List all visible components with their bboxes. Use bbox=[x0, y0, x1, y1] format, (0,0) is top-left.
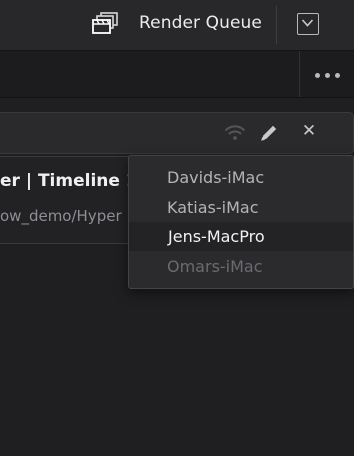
pencil-icon[interactable] bbox=[258, 122, 280, 144]
dot bbox=[315, 73, 320, 78]
dropdown-item-omars-imac: Omars-iMac bbox=[167, 257, 263, 276]
dropdown-item-katias-imac[interactable]: Katias-iMac bbox=[129, 193, 353, 222]
header-divider bbox=[276, 6, 277, 44]
panel-header: Render Queue bbox=[0, 0, 354, 51]
dropdown-item-davids-imac[interactable]: Davids-iMac bbox=[129, 163, 353, 192]
remote-machine-dropdown[interactable]: Davids-iMac Katias-iMac Jens-MacPro Omar… bbox=[128, 155, 354, 289]
render-queue-panel: Render Queue ✕ er | Timeline 1 ow_demo/H… bbox=[0, 0, 354, 456]
collapse-panel-button[interactable] bbox=[297, 13, 319, 35]
render-job-item[interactable]: er | Timeline 1 ow_demo/Hyper bbox=[0, 156, 137, 244]
more-options-icon[interactable] bbox=[313, 73, 343, 79]
chevron-down-icon bbox=[301, 19, 314, 27]
clapperboard-icon[interactable] bbox=[92, 12, 120, 36]
close-icon[interactable]: ✕ bbox=[301, 123, 317, 140]
dot bbox=[335, 73, 340, 78]
job-title: er | Timeline 1 bbox=[0, 171, 137, 191]
panel-toolbar bbox=[0, 51, 354, 98]
wifi-icon[interactable] bbox=[224, 124, 246, 140]
job-toolbar[interactable]: ✕ bbox=[0, 112, 354, 154]
dot bbox=[325, 73, 330, 78]
dropdown-item-jens-macpro[interactable]: Jens-MacPro bbox=[129, 222, 353, 251]
panel-title: Render Queue bbox=[139, 13, 262, 33]
toolbar-divider bbox=[299, 51, 300, 97]
job-path: ow_demo/Hyper bbox=[0, 207, 122, 225]
